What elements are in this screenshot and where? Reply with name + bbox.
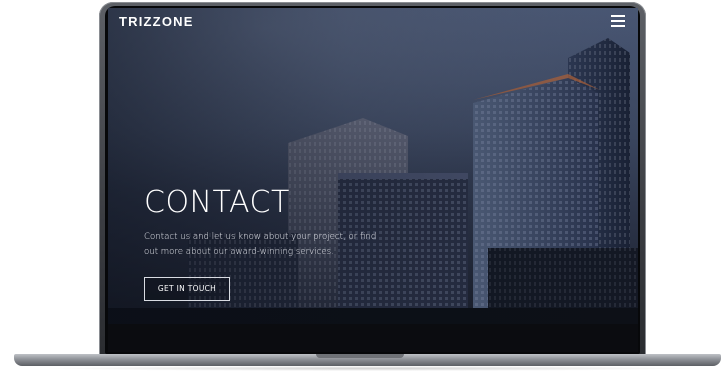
laptop-shadow (40, 366, 700, 371)
hero-description: Contact us and let us know about your pr… (144, 232, 377, 257)
screen-bottom-band (108, 324, 638, 352)
laptop-base-notch (316, 354, 404, 358)
site-logo[interactable]: TRIZZONE (119, 14, 194, 29)
laptop-mockup: TRIZZONE CONTACT Contact us and let us k… (0, 0, 721, 373)
website-screen: TRIZZONE CONTACT Contact us and let us k… (108, 8, 638, 352)
hero-title: CONTACT (144, 185, 290, 220)
hamburger-menu-icon[interactable] (611, 15, 627, 27)
get-in-touch-button[interactable]: GET IN TOUCH (144, 277, 230, 301)
